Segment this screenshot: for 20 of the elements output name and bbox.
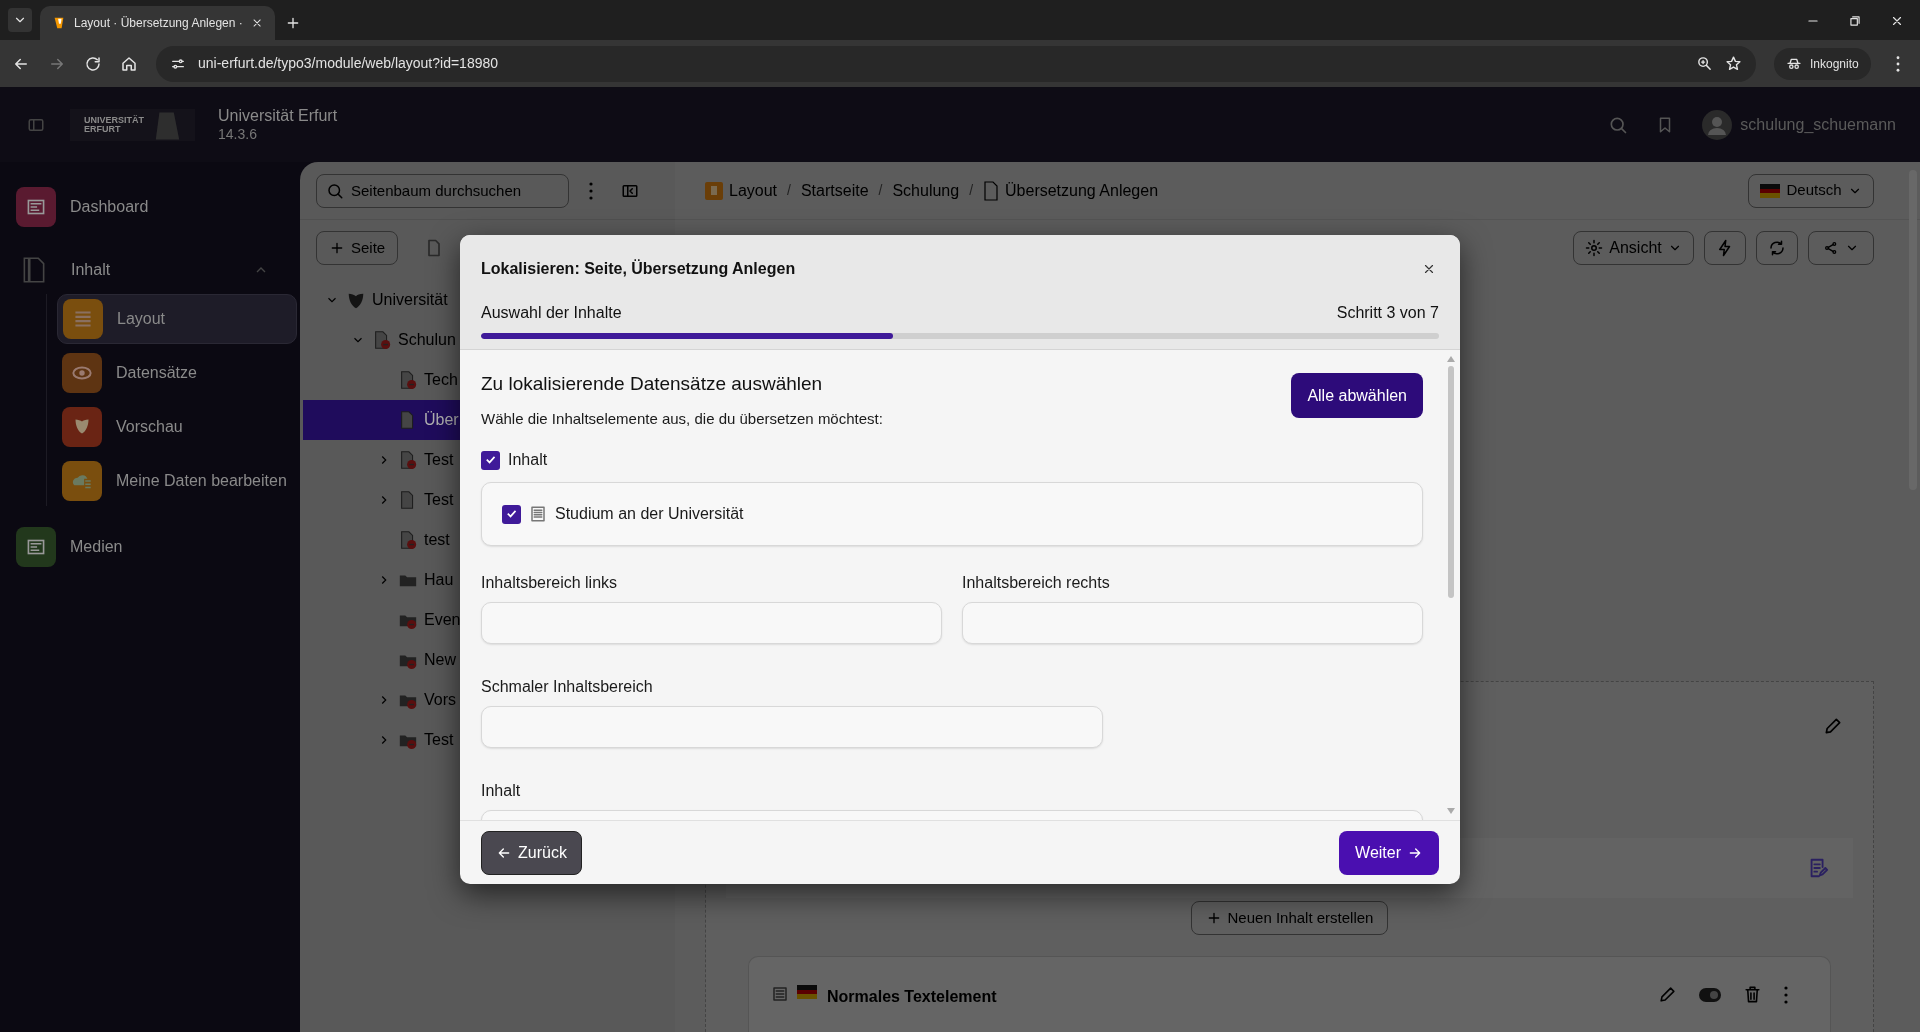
tab-title: Layout · Übersetzung Anlegen · [74, 15, 243, 32]
step-label: Auswahl der Inhalte [481, 303, 622, 323]
breadcrumb-separator: / [787, 181, 791, 200]
step-count: Schritt 3 von 7 [1336, 303, 1439, 323]
site-logo: UNIVERSITÄT ERFURT [70, 108, 195, 141]
element-title: Normales Textelement [827, 987, 997, 1007]
site-name: Universität Erfurt [218, 106, 338, 125]
dialog-title: Lokalisieren: Seite, Übersetzung Anlegen [481, 258, 796, 279]
column-label: Inhaltsbereich rechts [962, 573, 1111, 591]
section-heading: Zu lokalisierende Datensätze auswählen [481, 372, 824, 396]
group-label: Inhalt [508, 450, 548, 470]
column-label: Inhalt [481, 781, 522, 799]
breadcrumb-separator: / [878, 181, 883, 200]
column-label: Inhaltsbereich links [481, 573, 619, 591]
record-label: Studium an der Universität [555, 504, 744, 524]
url-text: uni-erfurt.de/typo3/module/web/layout?id=18980 [198, 54, 500, 73]
section-description: Wähle die Inhaltselemente aus, die du übersetzen möchtest: [481, 408, 883, 429]
breadcrumb-separator: / [969, 181, 974, 200]
column-label: Schmaler Inhaltsbereich [481, 677, 654, 695]
version-text: 14.3.6 [218, 124, 258, 143]
